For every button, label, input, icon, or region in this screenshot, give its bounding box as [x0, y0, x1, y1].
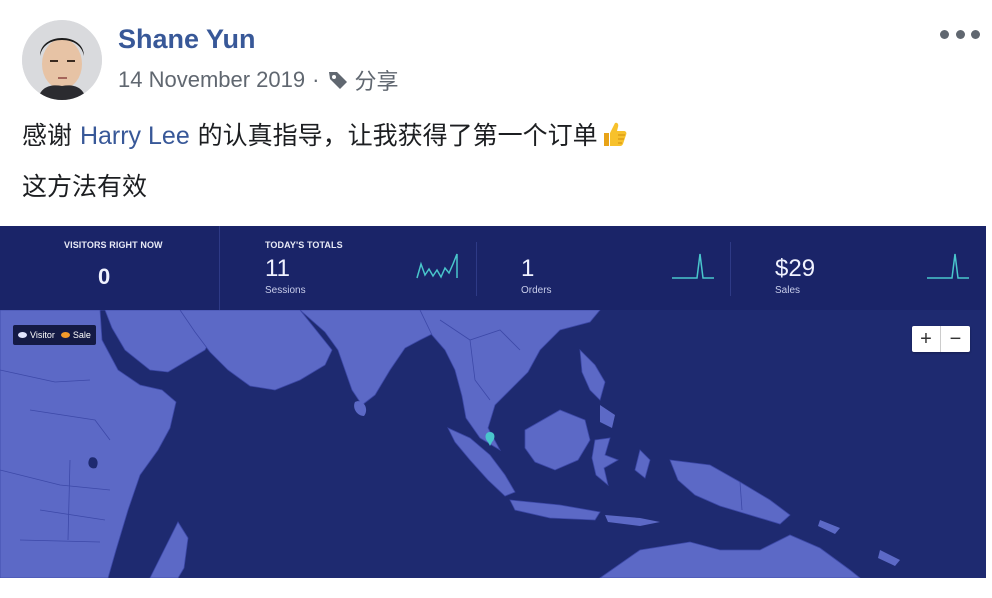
avatar[interactable] [22, 20, 102, 100]
dashboard-screenshot[interactable]: VISITORS RIGHT NOW 0 TODAY'S TOTALS 11 S… [0, 226, 986, 578]
post-text-line2: 这方法有效 [22, 172, 148, 201]
orders-value: 1 [521, 255, 535, 282]
totals-label: TODAY'S TOTALS [265, 240, 343, 250]
visitors-label: VISITORS RIGHT NOW [64, 240, 163, 250]
tag-icon[interactable] [326, 68, 350, 92]
audience-label[interactable]: 分享 [354, 64, 398, 96]
sessions-label: Sessions [265, 285, 306, 296]
sessions-value: 11 [265, 255, 290, 282]
zoom-in-button[interactable]: + [912, 326, 941, 352]
sales-sparkline [927, 253, 969, 279]
map-zoom-controls: + − [912, 326, 970, 352]
author-name[interactable]: Shane Yun [118, 24, 256, 55]
legend-visitor: Visitor [18, 330, 55, 340]
divider [730, 242, 731, 296]
facebook-post: Shane Yun 14 November 2019 · 分享 感谢 Harry… [0, 0, 992, 598]
visitors-value: 0 [98, 264, 111, 289]
more-dot [940, 29, 949, 39]
sales-value: $29 [775, 255, 816, 282]
post-meta: 14 November 2019 · 分享 [118, 64, 398, 96]
divider [219, 226, 220, 310]
legend-sale: Sale [60, 330, 91, 340]
orders-label: Orders [521, 285, 552, 296]
zoom-out-button[interactable]: − [941, 326, 970, 352]
eye-icon [18, 332, 27, 338]
legend-sale-label: Sale [72, 330, 91, 340]
thumbs-up-icon [600, 120, 628, 156]
sessions-sparkline [416, 253, 458, 279]
legend-visitor-label: Visitor [30, 330, 55, 340]
post-text-line1: 感谢 Harry Lee 的认真指导，让我获得了第一个订单 [22, 120, 628, 156]
mention-link[interactable]: Harry Lee [80, 122, 190, 150]
world-map[interactable] [0, 310, 986, 578]
more-horizontal-icon[interactable] [940, 24, 980, 44]
post-text-suffix: 的认真指导，让我获得了第一个订单 [189, 121, 598, 150]
orders-sparkline [672, 253, 714, 279]
sales-label: Sales [775, 285, 801, 296]
meta-separator: · [312, 67, 320, 92]
map-legend: Visitor Sale [13, 325, 96, 345]
post-text-prefix: 感谢 [22, 121, 80, 150]
sale-icon [60, 332, 70, 338]
post-date[interactable]: 14 November 2019 [118, 67, 305, 93]
stats-bar: VISITORS RIGHT NOW 0 TODAY'S TOTALS 11 S… [0, 226, 986, 310]
more-dot [971, 29, 980, 39]
more-dot [955, 29, 965, 39]
divider [476, 242, 477, 296]
